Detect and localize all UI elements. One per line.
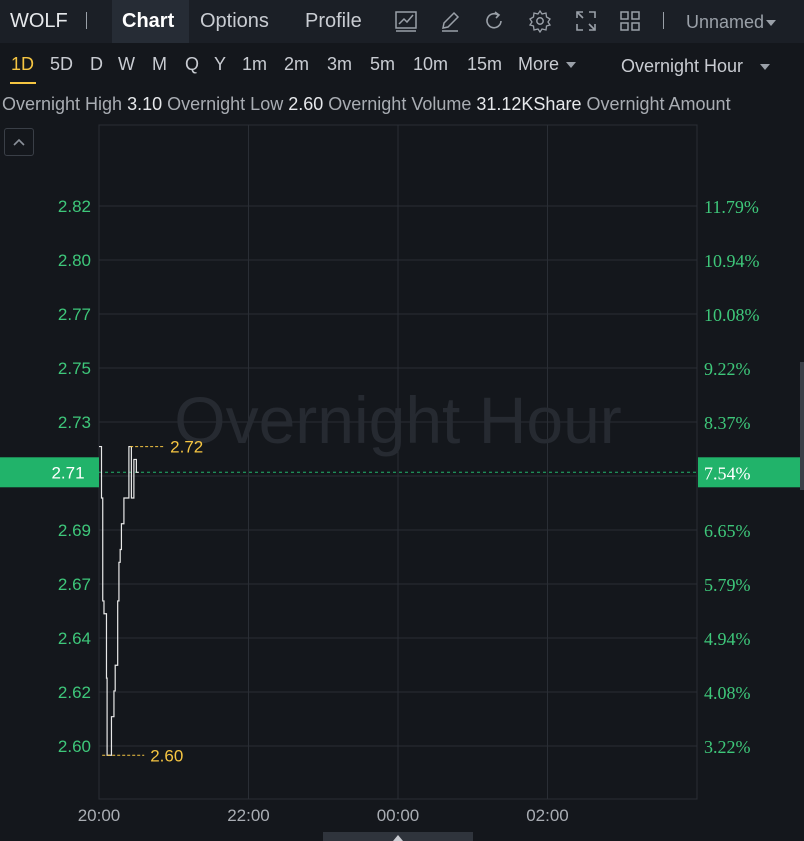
y-right-tick-label: 4.08% — [704, 683, 751, 703]
y-right-tick-label: 4.94% — [704, 629, 751, 649]
chart-watermark: Overnight Hour — [174, 383, 622, 457]
price-chart[interactable]: Overnight Hour 2.82 2.80 2.77 2.75 2.73 2.69 2… — [0, 0, 804, 841]
chart-grid — [98, 124, 698, 800]
y-right-tick-label: 6.65% — [704, 521, 751, 541]
y-tick-label: 2.69 — [58, 521, 91, 540]
y-right-tick-label: 10.94% — [704, 251, 760, 271]
x-tick-label: 00:00 — [377, 806, 420, 825]
y-right-tick-label: 9.22% — [704, 359, 751, 379]
min-annotation-label: 2.60 — [150, 746, 183, 765]
y-right-tick-label: 8.37% — [704, 413, 751, 433]
y-tick-label: 2.82 — [58, 197, 91, 216]
current-price-label: 2.71 — [51, 463, 84, 482]
y-tick-label: 2.77 — [58, 305, 91, 324]
current-percent-label: 7.54% — [704, 463, 751, 483]
y-tick-label: 2.75 — [58, 359, 91, 378]
y-right-tick-label: 5.79% — [704, 575, 751, 595]
y-tick-label: 2.64 — [58, 629, 91, 648]
x-tick-label: 20:00 — [78, 806, 121, 825]
scrollbar-thumb — [800, 362, 804, 490]
y-right-tick-label: 11.79% — [704, 197, 759, 217]
y-tick-label: 2.62 — [58, 683, 91, 702]
y-tick-label: 2.67 — [58, 575, 91, 594]
max-annotation-label: 2.72 — [170, 438, 203, 457]
right-scrollbar[interactable] — [800, 362, 804, 490]
y-right-tick-label: 10.08% — [704, 305, 760, 325]
price-series — [99, 445, 139, 756]
y-tick-label: 2.60 — [58, 737, 91, 756]
y-tick-label: 2.80 — [58, 251, 91, 270]
current-price-line: 2.71 7.54% — [0, 457, 804, 488]
chart-scroll-handle[interactable] — [323, 832, 473, 841]
x-tick-label: 02:00 — [526, 806, 569, 825]
price-line — [99, 445, 139, 756]
y-right-tick-label: 3.22% — [704, 737, 751, 757]
x-tick-label: 22:00 — [227, 806, 270, 825]
time-axis: 20:00 22:00 00:00 02:00 — [78, 806, 569, 825]
y-tick-label: 2.73 — [58, 413, 91, 432]
